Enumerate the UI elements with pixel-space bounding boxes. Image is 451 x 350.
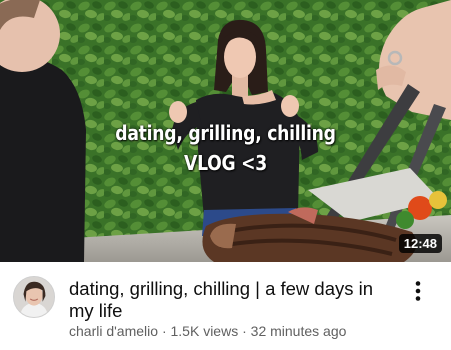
overlay-line-1: dating, grilling, chilling — [115, 121, 336, 145]
channel-avatar[interactable] — [13, 276, 55, 318]
channel-name[interactable]: charli d'amelio — [69, 323, 158, 339]
separator: · — [161, 323, 167, 339]
duration-badge: 12:48 — [398, 234, 442, 253]
more-vert-icon — [415, 281, 421, 301]
video-title[interactable]: dating, grilling, chilling | a few days … — [69, 278, 389, 322]
thumbnail-overlay-text: dating, grilling, chilling VLOG <3 — [32, 118, 420, 178]
separator: · — [242, 323, 247, 339]
video-meta: dating, grilling, chilling | a few days … — [0, 262, 451, 350]
overlay-line-2: VLOG <3 — [184, 151, 267, 175]
more-options-button[interactable] — [406, 278, 430, 304]
upload-age: 32 minutes ago — [250, 323, 347, 339]
video-card[interactable]: dating, grilling, chilling VLOG <3 12:48… — [0, 0, 451, 350]
video-thumbnail[interactable]: dating, grilling, chilling VLOG <3 12:48 — [0, 0, 451, 262]
view-count: 1.5K views — [170, 323, 239, 339]
video-subline: charli d'amelio · 1.5K views · 32 minute… — [69, 323, 346, 340]
